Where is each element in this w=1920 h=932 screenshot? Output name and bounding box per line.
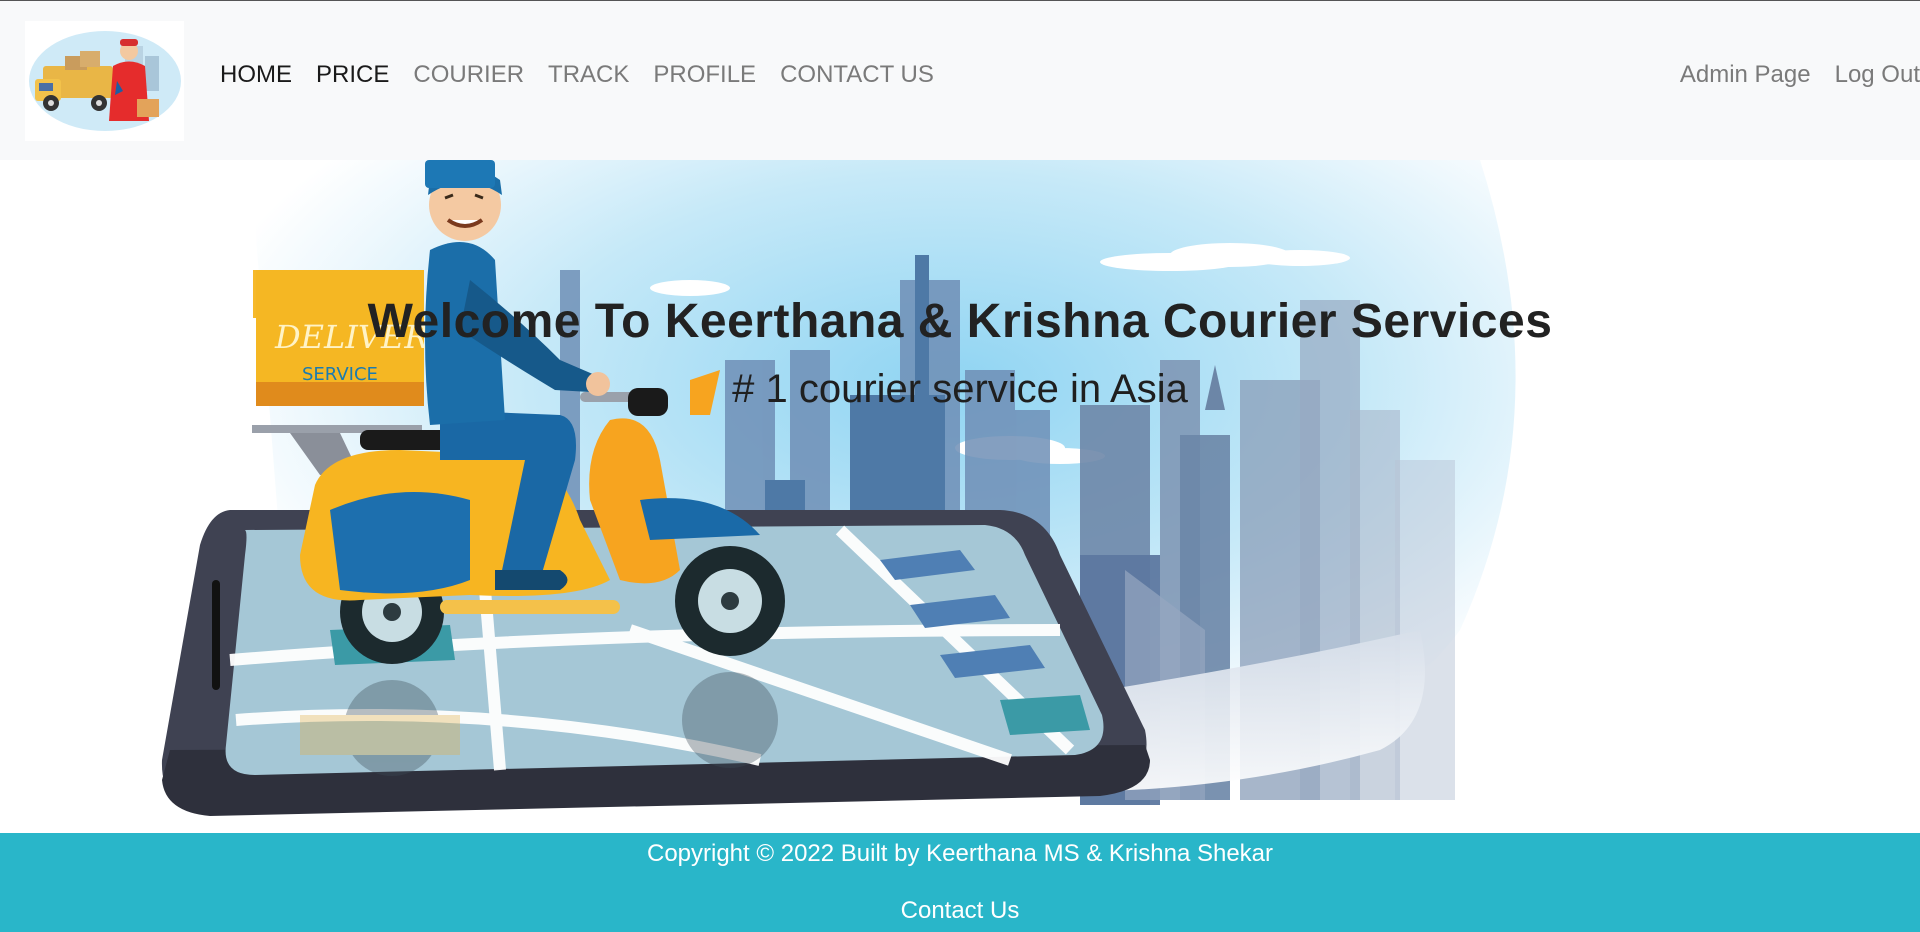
nav-home[interactable]: HOME: [220, 59, 304, 91]
page: HOME PRICE COURIER TRACK PROFILE CONTACT…: [0, 0, 1920, 932]
nav-admin-page[interactable]: Admin Page: [1680, 59, 1823, 91]
hero-title: Welcome To Keerthana & Krishna Courier S…: [367, 295, 1553, 348]
nav-profile[interactable]: PROFILE: [641, 59, 768, 91]
account-nav: Admin Page Log Out: [1680, 59, 1920, 91]
navbar: HOME PRICE COURIER TRACK PROFILE CONTACT…: [0, 1, 1920, 160]
hero-banner: DELIVERY SERVICE Welcome To Keerthana & …: [0, 160, 1920, 833]
nav-courier[interactable]: COURIER: [401, 59, 536, 91]
delivery-scooter-illustration: DELIVERY SERVICE: [161, 160, 1516, 816]
footer-contact-link[interactable]: Contact Us: [901, 897, 1020, 924]
hero-subtitle: # 1 courier service in Asia: [732, 367, 1188, 411]
brand-logo[interactable]: [25, 21, 184, 141]
nav-contact-us[interactable]: CONTACT US: [768, 59, 946, 91]
footer: Copyright © 2022 Built by Keerthana MS &…: [0, 833, 1920, 932]
footer-copyright: Copyright © 2022 Built by Keerthana MS &…: [646, 840, 1273, 867]
main-nav: HOME PRICE COURIER TRACK PROFILE CONTACT…: [220, 59, 946, 91]
nav-price[interactable]: PRICE: [304, 59, 401, 91]
nav-log-out[interactable]: Log Out: [1823, 59, 1920, 91]
courier-logo-icon: [29, 31, 181, 131]
footer-contact-row: Contact Us: [0, 895, 1920, 927]
nav-track[interactable]: TRACK: [536, 59, 641, 91]
